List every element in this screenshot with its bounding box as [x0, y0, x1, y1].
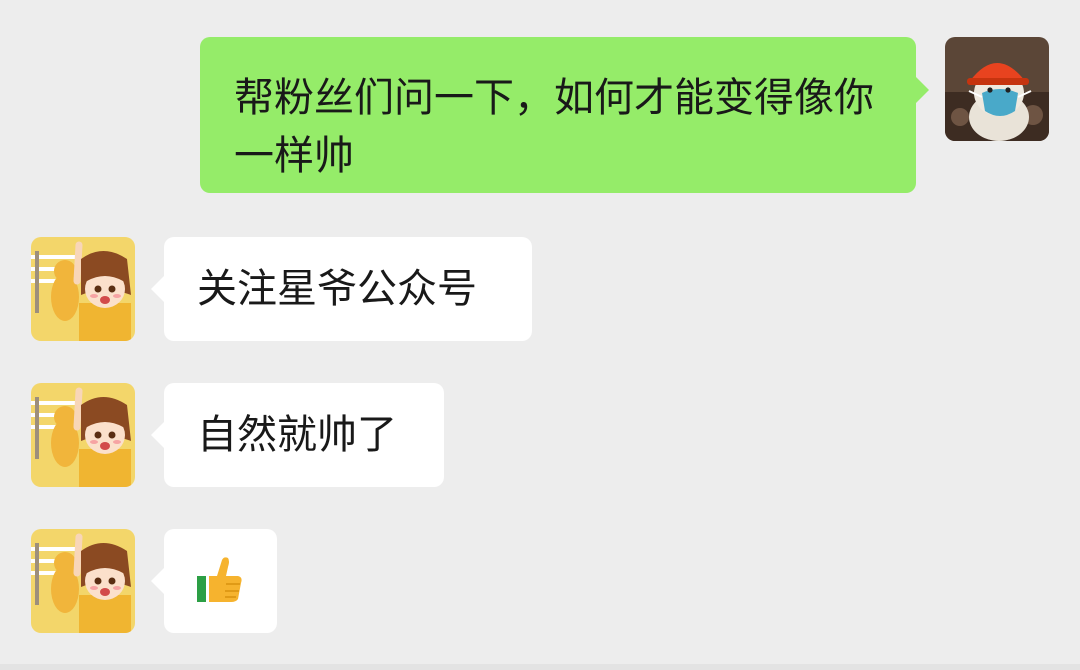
my-avatar[interactable]: [945, 37, 1049, 141]
outgoing-message-bubble[interactable]: 帮粉丝们问一下，如何才能变得像你一样帅: [200, 37, 929, 193]
contact-avatar[interactable]: [31, 237, 135, 341]
incoming-message-bubble[interactable]: 关注星爷公众号: [151, 237, 532, 341]
anime-character-avatar-image: [31, 237, 135, 341]
incoming-message-bubble[interactable]: 自然就帅了: [151, 383, 444, 487]
anime-character-avatar-image: [31, 383, 135, 487]
bubble-tail: [151, 276, 164, 302]
chat-area: 帮粉丝们问一下，如何才能变得像你一样帅 关注星爷公众号 自然就帅了: [0, 0, 1080, 670]
message-text: 自然就帅了: [197, 412, 397, 458]
contact-avatar[interactable]: [31, 383, 135, 487]
bubble-tail: [151, 422, 164, 448]
bubble-tail: [916, 77, 929, 103]
thumbs-up-icon: [197, 557, 242, 602]
bottom-divider: [0, 664, 1080, 670]
incoming-emoji-bubble[interactable]: [151, 529, 277, 633]
bubble-tail: [151, 568, 164, 594]
hamster-with-helmet-avatar-image: [945, 37, 1049, 141]
anime-character-avatar-image: [31, 529, 135, 633]
message-text: 关注星爷公众号: [197, 266, 477, 312]
contact-avatar[interactable]: [31, 529, 135, 633]
message-text: 帮粉丝们问一下，如何才能变得像你一样帅: [234, 75, 874, 179]
